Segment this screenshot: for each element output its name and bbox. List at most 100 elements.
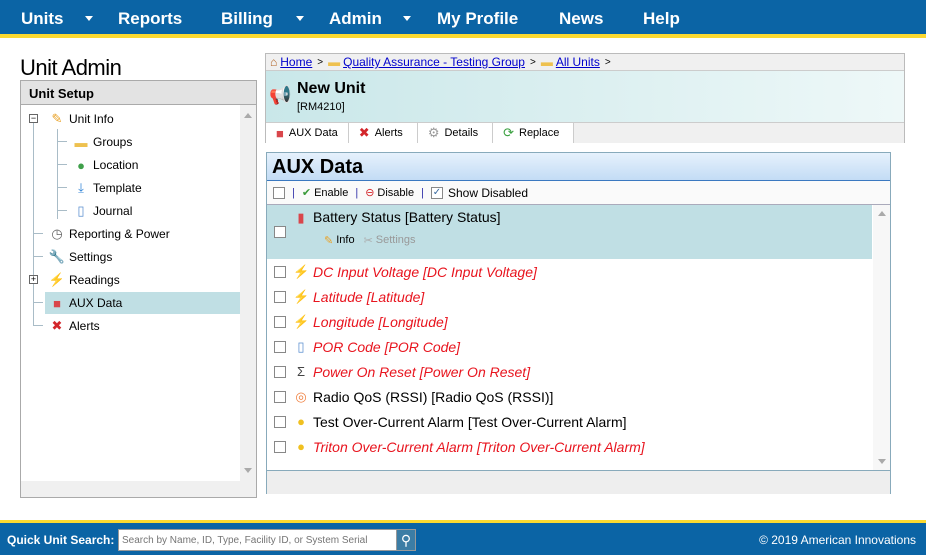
tab-replace[interactable]: ⟳ Replace (493, 123, 575, 143)
tab-details[interactable]: ⚙ Details (417, 123, 494, 143)
home-icon: ⌂ (270, 55, 278, 69)
pencil-icon: ✎ (324, 235, 334, 247)
sidebar-horizontal-scrollbar[interactable] (21, 481, 256, 497)
list-item[interactable]: ▯ POR Code [POR Code] (267, 334, 872, 359)
list-item[interactable]: ⚡ Longitude [Longitude] (267, 309, 872, 334)
sidebar-item-location[interactable]: ● Location (73, 154, 138, 176)
row-checkbox[interactable] (274, 390, 286, 403)
battery-icon: ▮ (297, 210, 305, 225)
sidebar-item-label: AUX Data (69, 296, 123, 310)
item-label: Battery Status [Battery Status] (313, 209, 501, 225)
scroll-icon: ▯ (297, 338, 305, 354)
folder-icon: ▬ (540, 55, 553, 69)
collapse-toggle[interactable]: − (29, 114, 38, 123)
nav-my-profile[interactable]: My Profile (437, 9, 518, 29)
row-checkbox[interactable] (274, 290, 286, 303)
sidebar-item-label: Template (93, 181, 142, 195)
nav-units[interactable]: Units (21, 9, 64, 29)
sidebar-item-settings[interactable]: 🔧 Settings (49, 246, 112, 268)
panel-title: AUX Data (267, 153, 890, 181)
antenna-icon: ◎ (295, 388, 307, 404)
breadcrumb-group[interactable]: Quality Assurance - Testing Group (343, 55, 525, 69)
folder-icon: ▬ (74, 134, 88, 150)
item-label: DC Input Voltage [DC Input Voltage] (313, 263, 537, 280)
sidebar-item-reporting-power[interactable]: ◷ Reporting & Power (49, 223, 169, 245)
breadcrumb-all-units[interactable]: All Units (556, 55, 600, 69)
expand-toggle[interactable]: + (29, 275, 38, 284)
refresh-icon: ⟳ (503, 125, 514, 140)
tab-alerts[interactable]: ✖ Alerts (348, 123, 418, 143)
list-item[interactable]: ● Triton Over-Current Alarm [Triton Over-… (267, 434, 872, 459)
disable-button[interactable]: Disable (377, 187, 414, 199)
item-label: Power On Reset [Power On Reset] (313, 363, 531, 380)
sidebar-item-unit-info[interactable]: ✎ Unit Info (49, 108, 114, 130)
sidebar-item-alerts[interactable]: ✖ Alerts (49, 315, 100, 337)
list-item[interactable]: Σ Power On Reset [Power On Reset] (267, 359, 872, 384)
nav-help[interactable]: Help (643, 9, 680, 29)
tools-icon: ✂ (363, 235, 373, 247)
sidebar-item-aux-data[interactable]: ■ AUX Data (45, 292, 240, 314)
item-label: POR Code [POR Code] (313, 338, 461, 355)
chevron-down-icon[interactable] (403, 16, 411, 21)
page-title: Unit Admin (20, 55, 122, 80)
lightning-icon: ⚡ (293, 313, 310, 329)
minus-circle-icon: ⊖ (365, 187, 375, 199)
breadcrumb-home[interactable]: Home (280, 55, 312, 69)
row-checkbox[interactable] (274, 226, 286, 238)
info-button[interactable]: Info (336, 234, 354, 247)
row-checkbox[interactable] (274, 365, 286, 378)
row-checkbox[interactable] (274, 440, 286, 453)
cubes-icon: ■ (276, 125, 284, 141)
nav-billing[interactable]: Billing (221, 9, 273, 29)
row-checkbox[interactable] (274, 315, 286, 328)
panel-footer (267, 471, 890, 494)
item-label: Test Over-Current Alarm [Test Over-Curre… (313, 413, 627, 430)
scroll-icon: ▯ (77, 203, 85, 218)
list-item[interactable]: ⚡ Latitude [Latitude] (267, 284, 872, 309)
list-item[interactable]: ⚡ DC Input Voltage [DC Input Voltage] (267, 259, 872, 284)
quick-search-label: Quick Unit Search: (7, 533, 115, 547)
list-scrollbar[interactable] (873, 205, 890, 470)
folder-icon: ▬ (328, 55, 341, 69)
sidebar: Unit Setup − + ✎ Unit Info ▬ Groups ● Locat… (20, 80, 257, 498)
show-disabled-label: Show Disabled (447, 185, 529, 200)
sidebar-item-label: Location (93, 158, 139, 172)
unit-header: ⌂ Home > ▬ Quality Assurance - Testing Grou… (265, 53, 905, 143)
show-disabled-checkbox[interactable]: ✓ (430, 186, 443, 199)
chevron-down-icon[interactable] (85, 16, 93, 21)
lightbulb-icon: ● (297, 439, 305, 454)
unit-title-area: 📢 New Unit [RM4210] (266, 71, 904, 123)
chevron-down-icon[interactable] (296, 16, 304, 21)
quick-search-input[interactable] (118, 529, 400, 551)
nav-news[interactable]: News (559, 9, 603, 29)
settings-button[interactable]: Settings (376, 234, 416, 247)
unit-tabs: ■ AUX Data ✖ Alerts ⚙ Details ⟳ Replace (266, 123, 904, 143)
nav-admin[interactable]: Admin (329, 9, 382, 29)
sidebar-item-template[interactable]: ⤓ Template (73, 177, 142, 199)
sidebar-header: Unit Setup (21, 81, 256, 105)
row-checkbox[interactable] (274, 265, 286, 278)
tab-aux-data[interactable]: ■ AUX Data (266, 123, 349, 143)
copyright: © 2019 American Innovations (759, 533, 916, 547)
list-item[interactable]: ● Test Over-Current Alarm [Test Over-Curr… (267, 409, 872, 434)
sidebar-item-groups[interactable]: ▬ Groups (73, 131, 133, 153)
sidebar-vertical-scrollbar[interactable] (240, 105, 256, 481)
list-item[interactable]: ◎ Radio QoS (RSSI) [Radio QoS (RSSI)] (267, 384, 872, 409)
item-label: Longitude [Longitude] (313, 313, 448, 330)
sidebar-item-label: Readings (69, 273, 120, 287)
list-item[interactable]: ▮ Battery Status [Battery Status] ✎ Info ✂… (267, 205, 872, 259)
megaphone-icon: 📢 (269, 85, 292, 105)
sidebar-item-journal[interactable]: ▯ Journal (73, 200, 132, 222)
row-checkbox[interactable] (274, 415, 286, 428)
breadcrumb: ⌂ Home > ▬ Quality Assurance - Testing Grou… (266, 54, 904, 71)
row-checkbox[interactable] (274, 340, 286, 353)
search-icon[interactable]: ⚲ (396, 529, 416, 551)
enable-button[interactable]: Enable (314, 187, 348, 199)
sidebar-item-readings[interactable]: ⚡ Readings (49, 269, 120, 291)
select-all-checkbox[interactable] (273, 186, 285, 199)
lightning-icon: ⚡ (48, 272, 66, 287)
nav-reports[interactable]: Reports (118, 9, 182, 29)
clock-icon: ◷ (51, 226, 63, 241)
lightbulb-icon: ● (297, 414, 305, 429)
sidebar-item-label: Settings (69, 250, 113, 264)
